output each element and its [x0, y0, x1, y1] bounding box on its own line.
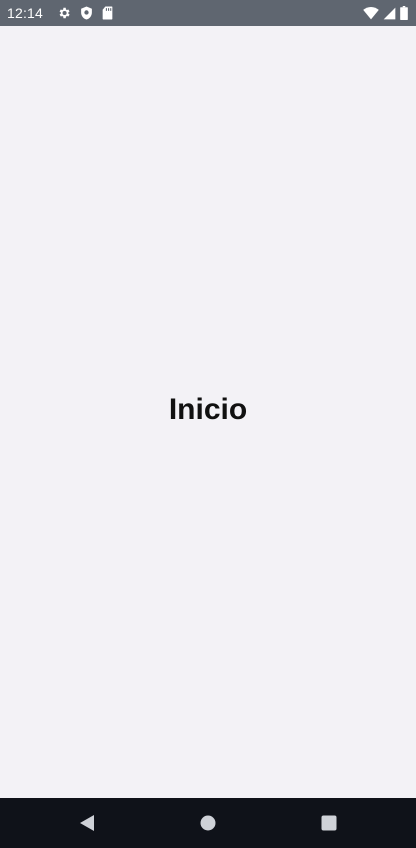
shield-icon — [80, 6, 93, 20]
screen: 12:14 Inicio — [0, 0, 416, 848]
recents-button[interactable] — [304, 798, 354, 848]
battery-icon — [400, 6, 408, 20]
page-title: Inicio — [168, 392, 248, 426]
cell-signal-icon — [383, 7, 396, 20]
navigation-bar — [0, 798, 416, 848]
sd-card-icon — [102, 6, 113, 20]
back-icon — [79, 814, 95, 832]
main-content: Inicio — [0, 26, 416, 798]
status-bar: 12:14 — [0, 0, 416, 26]
home-button[interactable] — [183, 798, 233, 848]
gear-icon — [57, 6, 71, 20]
recents-icon — [321, 815, 337, 831]
wifi-icon — [363, 6, 379, 20]
status-time: 12:14 — [7, 5, 44, 21]
back-button[interactable] — [62, 798, 112, 848]
home-icon — [200, 815, 216, 831]
status-left-icons — [57, 6, 113, 20]
status-right-icons — [363, 6, 408, 20]
